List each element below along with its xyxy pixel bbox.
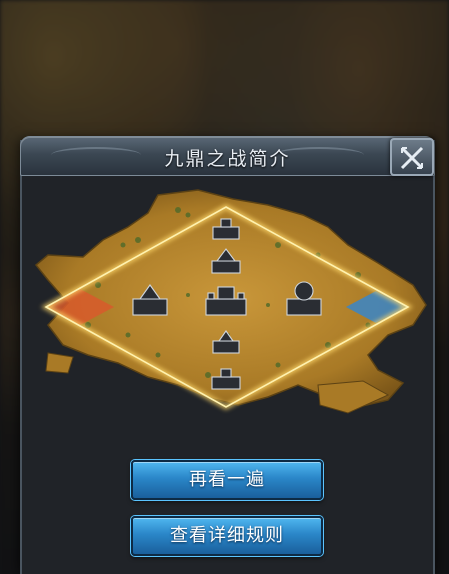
dialog-title: 九鼎之战简介 [164,148,291,170]
view-rules-button[interactable]: 查看详细规则 [131,516,323,556]
battle-map [34,189,427,414]
close-button[interactable] [390,138,434,176]
replay-button[interactable]: 再看一遍 [131,460,323,500]
close-icon [400,146,424,170]
map-island [45,352,74,374]
game-screen: 九鼎之战简介 再看一遍 查看详细规则 [0,0,449,574]
dialog-title-bar: 九鼎之战简介 [20,136,435,176]
